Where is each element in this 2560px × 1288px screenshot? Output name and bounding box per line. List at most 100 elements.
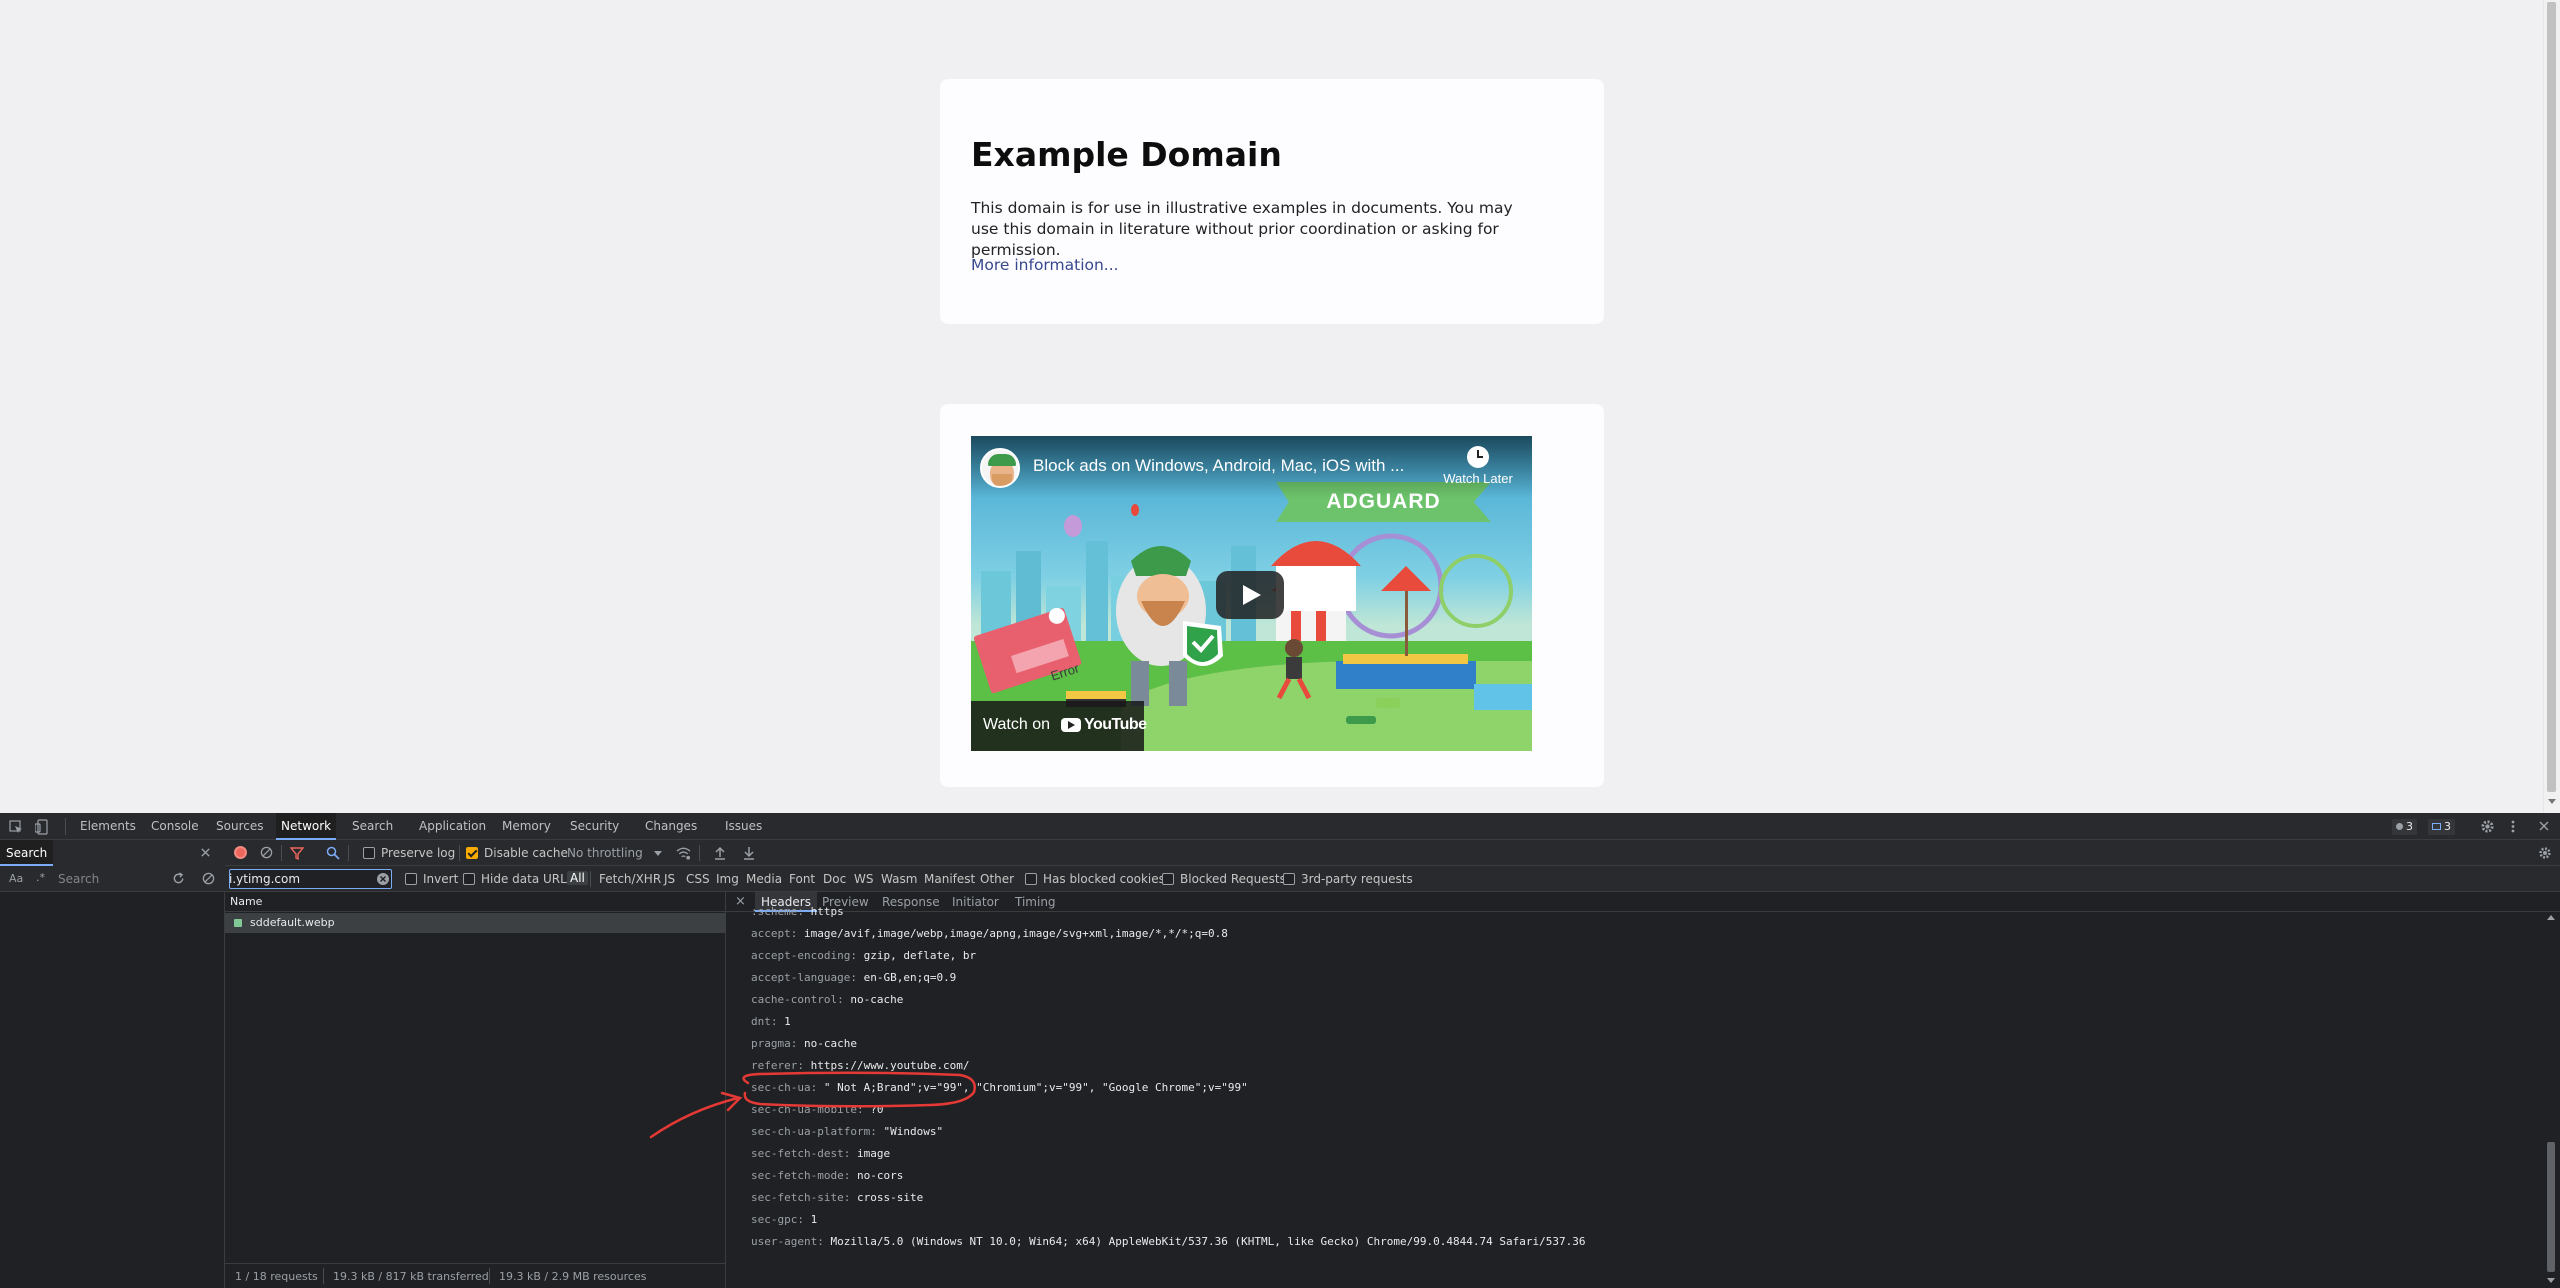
header-key: sec-gpc: bbox=[751, 1213, 804, 1226]
tab-issues[interactable]: Issues bbox=[725, 813, 762, 840]
header-value: https bbox=[810, 905, 844, 918]
details-scrollbar[interactable] bbox=[2544, 912, 2558, 1288]
search-icon[interactable] bbox=[326, 846, 340, 860]
youtube-embed[interactable]: Error ADGUARD Block ads on Windows, Andr… bbox=[971, 436, 1532, 751]
filter-input-box[interactable]: i.ytimg.com bbox=[229, 869, 392, 889]
clear-icon[interactable] bbox=[260, 846, 273, 859]
hide-data-urls-checkbox[interactable] bbox=[463, 873, 475, 885]
details-scrollbar-thumb[interactable] bbox=[2547, 1142, 2555, 1272]
watch-later-button[interactable]: Watch Later bbox=[1433, 446, 1523, 496]
scroll-down-arrow-icon[interactable] bbox=[2547, 1278, 2555, 1283]
filter-type-font[interactable]: Font bbox=[789, 872, 815, 886]
tab-changes[interactable]: Changes bbox=[645, 813, 697, 840]
settings-gear-icon[interactable] bbox=[2480, 819, 2495, 834]
filter-type-img[interactable]: Img bbox=[716, 872, 739, 886]
network-conditions-icon[interactable] bbox=[676, 846, 691, 860]
header-value: 1 bbox=[810, 1213, 818, 1226]
messages-badge[interactable]: 3 bbox=[2428, 819, 2455, 835]
filter-type-all[interactable]: All bbox=[567, 871, 588, 885]
header-line: sec-fetch-mode: no-cors bbox=[751, 1169, 903, 1182]
search-drawer-tab[interactable]: Search bbox=[0, 840, 54, 866]
header-key: cache-control: bbox=[751, 993, 844, 1006]
third-party-requests-checkbox[interactable] bbox=[1283, 873, 1295, 885]
filter-type-ws[interactable]: WS bbox=[854, 872, 873, 886]
filter-type-other[interactable]: Other bbox=[980, 872, 1014, 886]
network-settings-gear-icon[interactable] bbox=[2538, 846, 2552, 860]
filter-icon[interactable] bbox=[290, 846, 304, 860]
tab-elements[interactable]: Elements bbox=[80, 813, 136, 840]
import-har-icon[interactable] bbox=[714, 846, 726, 860]
avatar-hat bbox=[988, 454, 1016, 466]
match-case-toggle[interactable]: Aa bbox=[9, 872, 23, 885]
header-value: ?0 bbox=[870, 1103, 884, 1116]
tabbar-separator bbox=[65, 818, 66, 835]
clear-search-icon[interactable] bbox=[202, 872, 215, 885]
column-name-header[interactable]: Name bbox=[230, 895, 262, 908]
filter-type-media[interactable]: Media bbox=[746, 872, 782, 886]
blocked-requests-checkbox[interactable] bbox=[1162, 873, 1174, 885]
footer-separator bbox=[323, 1268, 324, 1284]
has-blocked-cookies-checkbox[interactable] bbox=[1025, 873, 1037, 885]
filter-type-css[interactable]: CSS bbox=[686, 872, 710, 886]
close-details-button[interactable]: × bbox=[735, 892, 746, 912]
chevron-down-icon[interactable] bbox=[654, 851, 662, 856]
tab-initiator[interactable]: Initiator bbox=[952, 892, 999, 912]
preserve-log-label: Preserve log bbox=[381, 846, 456, 860]
record-icon[interactable] bbox=[234, 846, 247, 859]
close-devtools-icon[interactable] bbox=[2538, 820, 2550, 832]
export-har-icon[interactable] bbox=[743, 846, 755, 860]
tab-console[interactable]: Console bbox=[151, 813, 199, 840]
filter-type-js[interactable]: JS bbox=[664, 872, 675, 886]
header-value: no-cache bbox=[850, 993, 904, 1006]
tab-application[interactable]: Application bbox=[419, 813, 486, 840]
scroll-up-arrow-icon[interactable] bbox=[2547, 915, 2555, 920]
throttling-select[interactable]: No throttling bbox=[567, 846, 643, 860]
tab-sources[interactable]: Sources bbox=[216, 813, 263, 840]
tab-security[interactable]: Security bbox=[570, 813, 619, 840]
header-key: sec-fetch-mode: bbox=[751, 1169, 851, 1182]
disable-cache-checkbox[interactable] bbox=[466, 847, 478, 859]
tab-memory[interactable]: Memory bbox=[502, 813, 551, 840]
preserve-log-checkbox[interactable] bbox=[363, 847, 375, 859]
tab-timing[interactable]: Timing bbox=[1015, 892, 1056, 912]
header-key: pragma: bbox=[751, 1037, 798, 1050]
filter-type-fetch-xhr[interactable]: Fetch/XHR bbox=[599, 872, 661, 886]
request-list: Name sddefault.webp 1 / 18 requests 19.3… bbox=[225, 892, 726, 1288]
scroll-down-arrow-icon[interactable] bbox=[2548, 799, 2556, 804]
network-toolbar: Preserve log Disable cache No throttling bbox=[225, 840, 2560, 866]
search-input[interactable]: Search bbox=[58, 872, 99, 886]
header-line: accept-encoding: gzip, deflate, br bbox=[751, 949, 976, 962]
header-line: sec-ch-ua-platform: "Windows" bbox=[751, 1125, 943, 1138]
close-search-icon[interactable] bbox=[200, 847, 211, 858]
filter-type-wasm[interactable]: Wasm bbox=[881, 872, 917, 886]
header-line: sec-fetch-site: cross-site bbox=[751, 1191, 923, 1204]
invert-checkbox[interactable] bbox=[405, 873, 417, 885]
tab-response[interactable]: Response bbox=[882, 892, 940, 912]
device-toolbar-icon[interactable] bbox=[35, 819, 49, 835]
header-key: :scheme: bbox=[751, 905, 804, 918]
header-key: dnt: bbox=[751, 1015, 778, 1028]
third-party-requests-label: 3rd-party requests bbox=[1301, 872, 1413, 886]
clear-filter-icon[interactable] bbox=[377, 873, 389, 885]
filter-type-manifest[interactable]: Manifest bbox=[924, 872, 975, 886]
regex-toggle[interactable]: .* bbox=[36, 871, 45, 884]
play-button[interactable] bbox=[1216, 571, 1284, 619]
page-scrollbar[interactable] bbox=[2543, 0, 2560, 813]
tab-search[interactable]: Search bbox=[352, 813, 393, 840]
table-row[interactable]: sddefault.webp bbox=[225, 913, 726, 933]
watch-on-youtube-button[interactable]: Watch on YouTube bbox=[971, 701, 1147, 751]
blocked-requests-label: Blocked Requests bbox=[1180, 872, 1286, 886]
filter-type-doc[interactable]: Doc bbox=[823, 872, 846, 886]
video-title[interactable]: Block ads on Windows, Android, Mac, iOS … bbox=[1033, 456, 1404, 476]
tab-network[interactable]: Network bbox=[276, 813, 337, 840]
header-value: Mozilla/5.0 (Windows NT 10.0; Win64; x64… bbox=[830, 1235, 1586, 1248]
channel-avatar[interactable] bbox=[980, 448, 1020, 488]
refresh-icon[interactable] bbox=[172, 872, 185, 885]
more-options-icon[interactable] bbox=[2510, 819, 2516, 834]
page-scrollbar-thumb[interactable] bbox=[2547, 2, 2556, 792]
errors-badge[interactable]: 3 bbox=[2392, 819, 2417, 835]
filter-input[interactable]: i.ytimg.com bbox=[229, 872, 379, 886]
header-key: sec-ch-ua-mobile: bbox=[751, 1103, 864, 1116]
more-information-link[interactable]: More information... bbox=[971, 256, 1119, 274]
inspect-element-icon[interactable] bbox=[9, 820, 23, 834]
